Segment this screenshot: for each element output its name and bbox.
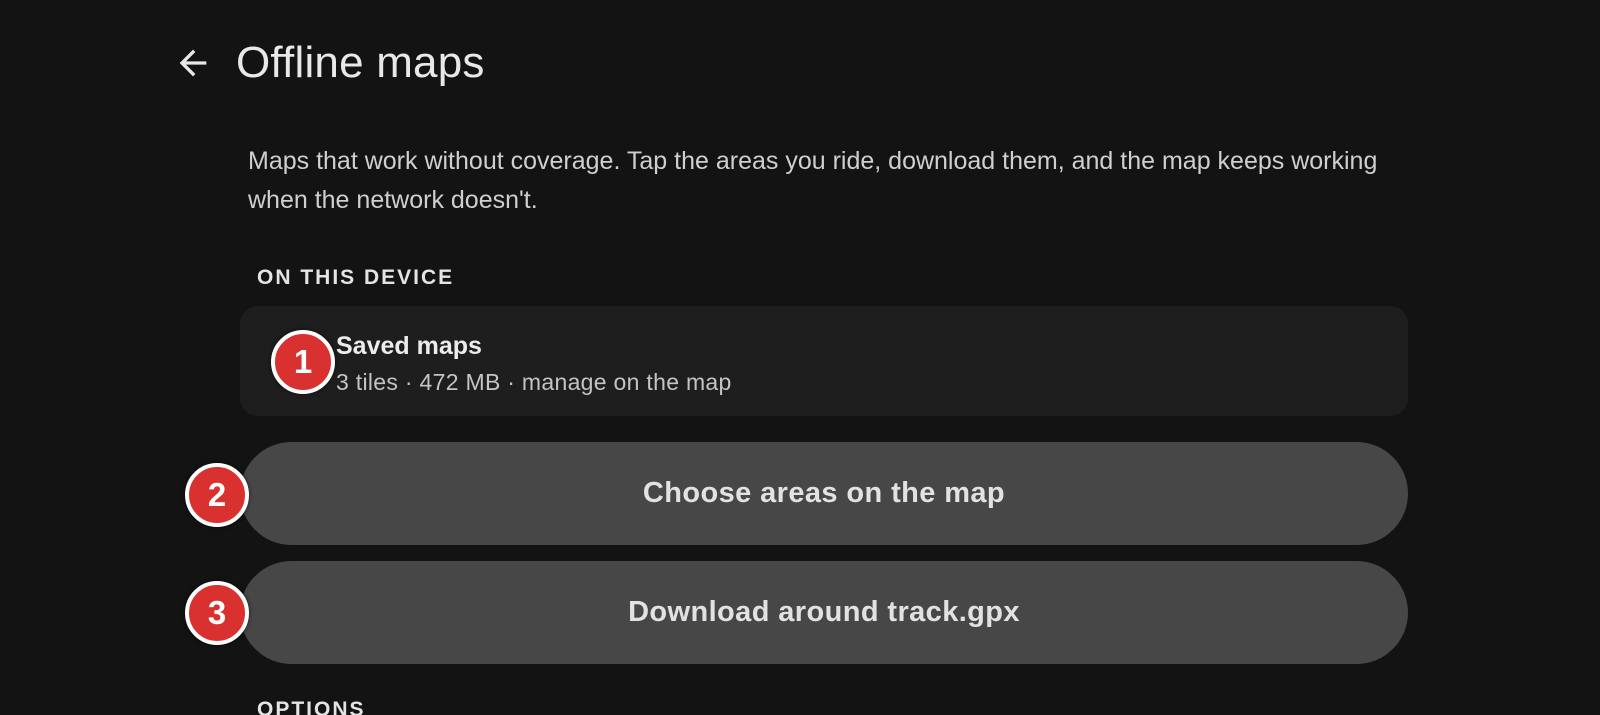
saved-maps-subtitle: 3 tiles · 472 MB · manage on the map: [336, 369, 732, 395]
annotation-badge-1: 1: [271, 330, 335, 394]
choose-areas-button[interactable]: Choose areas on the map: [240, 442, 1408, 545]
section-header-options: OPTIONS: [257, 698, 366, 715]
offline-maps-screen: Offline maps Maps that work without cove…: [0, 0, 1600, 715]
intro-text: Maps that work without coverage. Tap the…: [248, 147, 1378, 214]
arrow-left-icon: [179, 49, 207, 77]
back-button[interactable]: [160, 30, 226, 96]
annotation-badge-2: 2: [185, 463, 249, 527]
saved-maps-card[interactable]: Saved maps 3 tiles · 472 MB · manage on …: [240, 306, 1408, 416]
top-app-bar: Offline maps: [160, 30, 485, 96]
download-around-track-button[interactable]: Download around track.gpx: [240, 561, 1408, 664]
page-title: Offline maps: [236, 38, 485, 87]
section-header-on-this-device: ON THIS DEVICE: [257, 266, 455, 289]
annotation-badge-3: 3: [185, 581, 249, 645]
saved-maps-title: Saved maps: [336, 332, 482, 360]
